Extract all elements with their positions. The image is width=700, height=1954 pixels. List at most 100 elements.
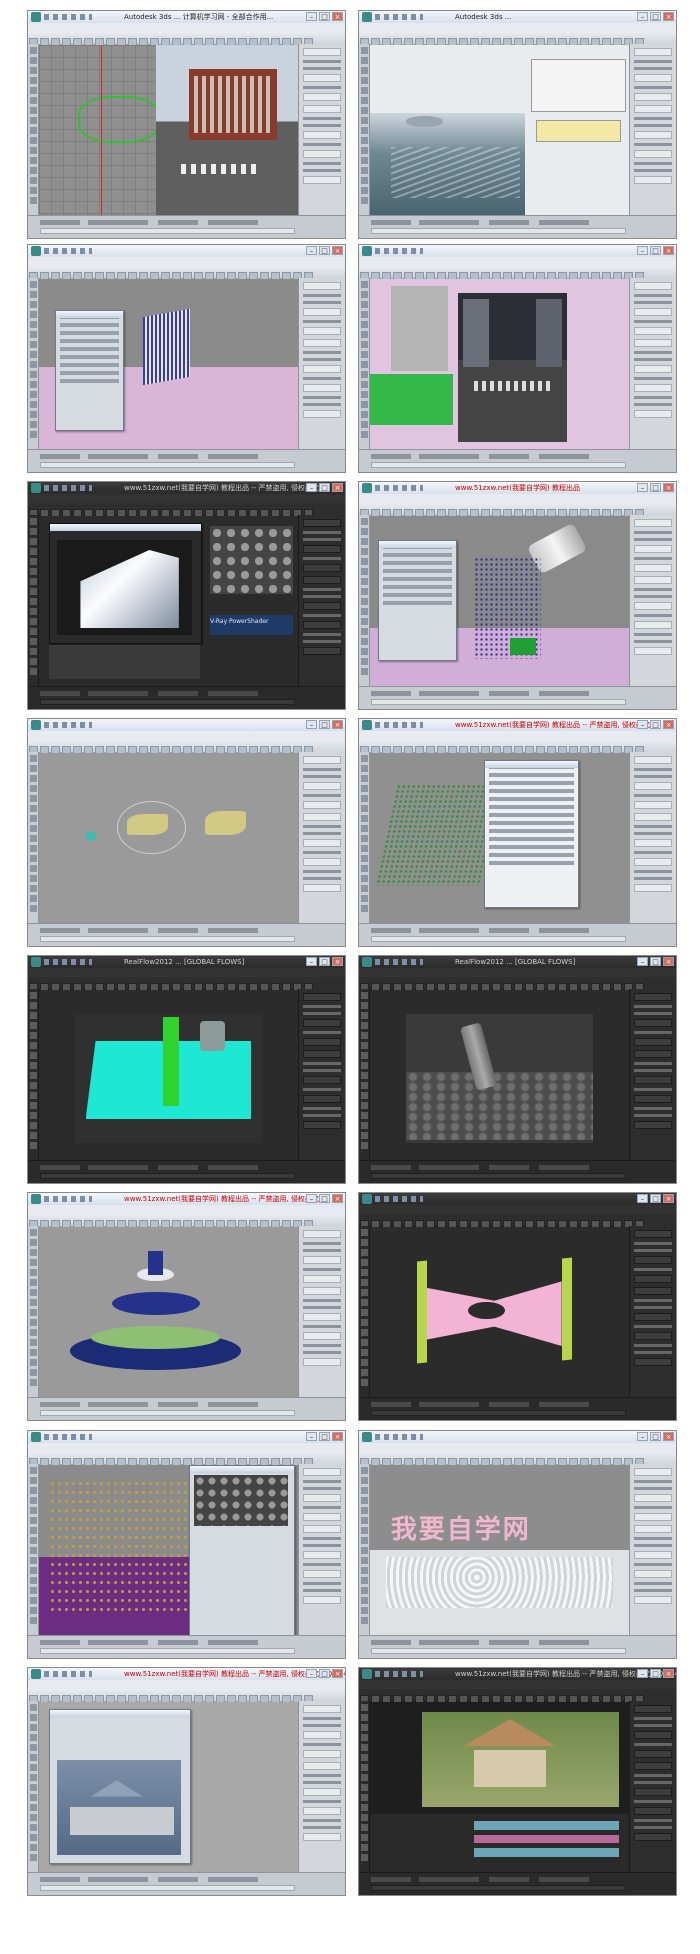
app-icon[interactable]: [362, 720, 372, 730]
quick-access-toolbar[interactable]: [375, 1671, 423, 1677]
minimize-icon[interactable]: –: [637, 12, 648, 21]
close-icon[interactable]: ×: [332, 12, 343, 21]
maximize-icon[interactable]: □: [650, 720, 661, 729]
menu-bar[interactable]: [28, 731, 345, 746]
menu-bar[interactable]: [28, 23, 345, 38]
timeline-slider[interactable]: [371, 1173, 626, 1179]
minimize-icon[interactable]: –: [306, 957, 317, 966]
close-icon[interactable]: ×: [332, 1194, 343, 1203]
quick-access-toolbar[interactable]: [375, 959, 423, 965]
side-toolbar[interactable]: [359, 1701, 370, 1873]
quick-access-toolbar[interactable]: [375, 1434, 423, 1440]
side-toolbar[interactable]: [28, 1701, 39, 1873]
close-icon[interactable]: ×: [663, 957, 674, 966]
close-icon[interactable]: ×: [332, 957, 343, 966]
side-toolbar[interactable]: [28, 1226, 39, 1398]
app-icon[interactable]: [31, 720, 41, 730]
timeline-slider[interactable]: [371, 228, 626, 234]
command-panel[interactable]: [298, 44, 345, 216]
viewport[interactable]: [39, 1702, 298, 1872]
command-panel[interactable]: [298, 1701, 345, 1873]
close-icon[interactable]: ×: [663, 1669, 674, 1678]
side-toolbar[interactable]: [359, 1464, 370, 1636]
quick-access-toolbar[interactable]: [375, 485, 423, 491]
side-toolbar[interactable]: [359, 515, 370, 687]
command-panel[interactable]: [629, 278, 676, 450]
quick-access-toolbar[interactable]: [375, 722, 423, 728]
viewport[interactable]: [39, 1465, 298, 1635]
viewport[interactable]: 我要自学网: [370, 1465, 629, 1635]
close-icon[interactable]: ×: [663, 1432, 674, 1441]
minimize-icon[interactable]: –: [637, 1669, 648, 1678]
quick-access-toolbar[interactable]: [375, 14, 423, 20]
menu-bar[interactable]: [28, 257, 345, 272]
app-icon[interactable]: [31, 12, 41, 22]
side-toolbar[interactable]: [359, 1226, 370, 1398]
quick-access-toolbar[interactable]: [44, 248, 92, 254]
timeline-slider[interactable]: [40, 699, 295, 705]
timeline-slider[interactable]: [371, 1410, 626, 1416]
timeline-slider[interactable]: [40, 1410, 295, 1416]
quick-access-toolbar[interactable]: [44, 1671, 92, 1677]
app-icon[interactable]: [31, 246, 41, 256]
viewport[interactable]: [39, 1227, 298, 1397]
quick-access-toolbar[interactable]: [375, 1196, 423, 1202]
viewport[interactable]: [39, 45, 298, 215]
timeline-slider[interactable]: [371, 699, 626, 705]
timeline-slider[interactable]: [40, 228, 295, 234]
app-icon[interactable]: [362, 246, 372, 256]
close-icon[interactable]: ×: [332, 720, 343, 729]
minimize-icon[interactable]: –: [306, 12, 317, 21]
viewport[interactable]: V-Ray PowerShader: [39, 516, 298, 686]
timeline-slider[interactable]: [40, 1885, 295, 1891]
quick-access-toolbar[interactable]: [44, 959, 92, 965]
menu-bar[interactable]: [359, 1205, 676, 1220]
app-icon[interactable]: [31, 1669, 41, 1679]
quick-access-toolbar[interactable]: [44, 485, 92, 491]
menu-bar[interactable]: [359, 23, 676, 38]
side-toolbar[interactable]: [359, 989, 370, 1161]
viewport[interactable]: [370, 516, 629, 686]
menu-bar[interactable]: [359, 731, 676, 746]
side-toolbar[interactable]: [359, 752, 370, 924]
app-icon[interactable]: [362, 12, 372, 22]
command-panel[interactable]: [629, 515, 676, 687]
viewport[interactable]: [370, 990, 629, 1160]
menu-bar[interactable]: [359, 968, 676, 983]
timeline-slider[interactable]: [371, 1885, 626, 1891]
viewport[interactable]: [370, 45, 629, 215]
close-icon[interactable]: ×: [332, 1669, 343, 1678]
command-panel[interactable]: [298, 989, 345, 1161]
app-icon[interactable]: [362, 483, 372, 493]
menu-bar[interactable]: [28, 1443, 345, 1458]
close-icon[interactable]: ×: [663, 12, 674, 21]
close-icon[interactable]: ×: [663, 720, 674, 729]
minimize-icon[interactable]: –: [306, 720, 317, 729]
side-toolbar[interactable]: [28, 752, 39, 924]
viewport[interactable]: [370, 753, 629, 923]
minimize-icon[interactable]: –: [637, 1432, 648, 1441]
timeline-slider[interactable]: [40, 1648, 295, 1654]
maximize-icon[interactable]: □: [650, 246, 661, 255]
command-panel[interactable]: [629, 989, 676, 1161]
quick-access-toolbar[interactable]: [375, 248, 423, 254]
maximize-icon[interactable]: □: [319, 957, 330, 966]
minimize-icon[interactable]: –: [306, 1432, 317, 1441]
command-panel[interactable]: [298, 752, 345, 924]
timeline-slider[interactable]: [40, 936, 295, 942]
maximize-icon[interactable]: □: [319, 1194, 330, 1203]
minimize-icon[interactable]: –: [306, 1194, 317, 1203]
menu-bar[interactable]: [28, 494, 345, 509]
command-panel[interactable]: [629, 1464, 676, 1636]
maximize-icon[interactable]: □: [319, 720, 330, 729]
minimize-icon[interactable]: –: [306, 1669, 317, 1678]
side-toolbar[interactable]: [359, 44, 370, 216]
minimize-icon[interactable]: –: [306, 483, 317, 492]
side-toolbar[interactable]: [28, 989, 39, 1161]
timeline-slider[interactable]: [40, 1173, 295, 1179]
maximize-icon[interactable]: □: [319, 246, 330, 255]
quick-access-toolbar[interactable]: [44, 1196, 92, 1202]
maximize-icon[interactable]: □: [650, 957, 661, 966]
command-panel[interactable]: [298, 278, 345, 450]
viewport[interactable]: [370, 279, 629, 449]
